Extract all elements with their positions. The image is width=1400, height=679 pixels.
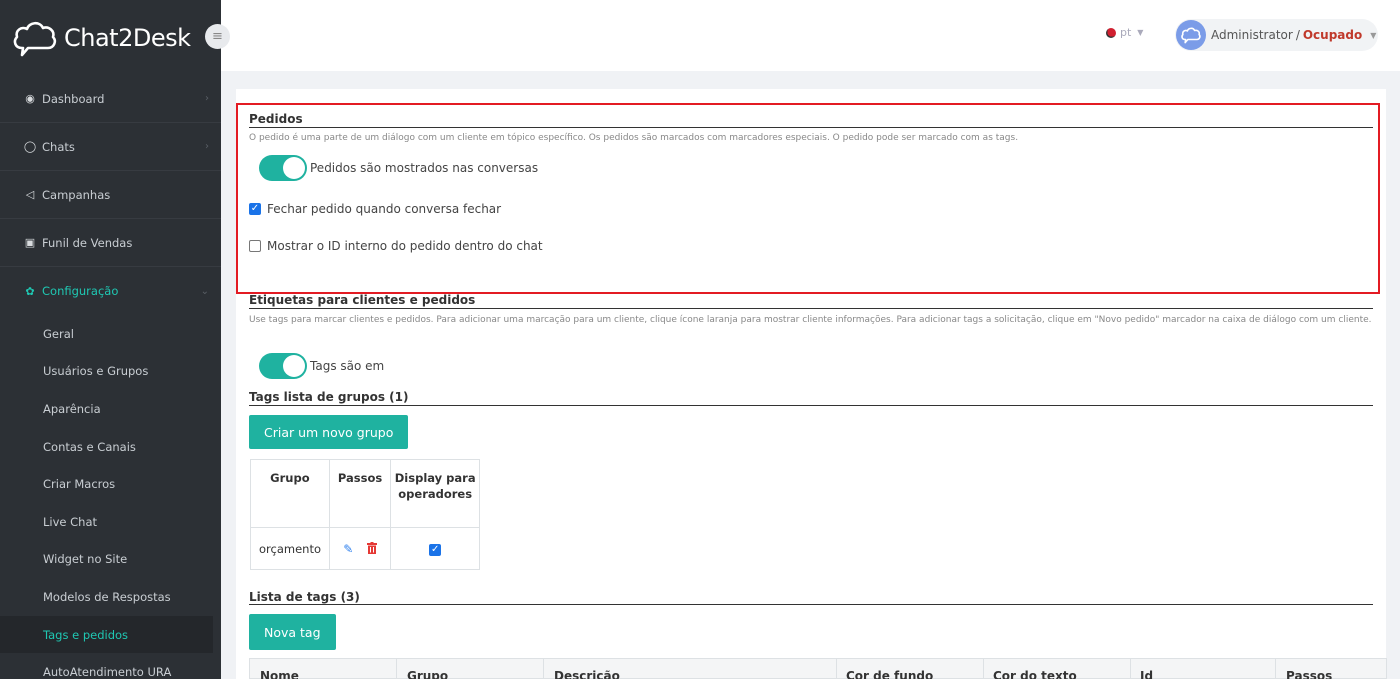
sidebar-subitem-aparencia[interactable]: Aparência xyxy=(0,390,221,428)
dashboard-icon: ◉ xyxy=(25,92,35,105)
column-divider xyxy=(836,659,837,679)
sidebar: Chat2Desk ≡ ◉ Dashboard › ◯ Chats › ◁ Ca… xyxy=(0,0,230,679)
column-divider xyxy=(543,659,544,679)
avatar xyxy=(1176,20,1206,50)
sidebar-item-chats[interactable]: ◯ Chats › xyxy=(0,123,221,171)
tags-table-header: Nome Grupo Descrição Cor de fundo Cor do… xyxy=(249,658,1387,679)
group-actions-cell: ✎ xyxy=(328,527,392,570)
sidebar-item-label: Configuração xyxy=(42,284,119,298)
divider xyxy=(249,308,1373,309)
column-header-cor-do-texto: Cor do texto xyxy=(993,669,1077,679)
column-divider xyxy=(1275,659,1276,679)
sidebar-item-dashboard[interactable]: ◉ Dashboard › xyxy=(0,75,221,123)
sidebar-toggle-button[interactable]: ≡ xyxy=(205,24,230,49)
sidebar-item-label: Dashboard xyxy=(42,91,105,106)
tag-groups-title: Tags lista de grupos (1) xyxy=(249,390,409,404)
sidebar-item-campanhas[interactable]: ◁ Campanhas xyxy=(0,171,221,219)
close-order-label: Fechar pedido quando conversa fechar xyxy=(267,202,502,216)
sidebar-item-configuracao[interactable]: ✿ Configuração ⌄ xyxy=(0,267,221,315)
orders-toggle-row: Pedidos são mostrados nas conversas xyxy=(259,155,538,181)
orders-description: O pedido é uma parte de um diálogo com u… xyxy=(249,133,1019,143)
chevron-right-icon: › xyxy=(205,93,209,104)
column-header-passos: Passos xyxy=(328,459,392,528)
show-internal-id-checkbox[interactable] xyxy=(249,240,261,252)
divider xyxy=(249,127,1373,128)
sidebar-subitem-widget-no-site[interactable]: Widget no Site xyxy=(0,541,221,579)
toggle-knob xyxy=(283,157,305,179)
flag-icon xyxy=(1106,27,1116,38)
caret-down-icon: ▼ xyxy=(1370,30,1377,40)
top-bar: pt ▼ Administrator / Ocupado ▼ xyxy=(221,0,1400,71)
column-header-grupo: Grupo xyxy=(407,669,449,679)
user-separator: / xyxy=(1295,28,1300,42)
column-divider xyxy=(396,659,397,679)
column-divider xyxy=(983,659,984,679)
user-menu[interactable]: Administrator / Ocupado ▼ xyxy=(1175,19,1378,51)
table-row: orçamento ✎ ✓ xyxy=(250,527,480,570)
column-header-passos: Passos xyxy=(1286,669,1333,679)
sidebar-subitem-criar-macros[interactable]: Criar Macros xyxy=(0,465,221,503)
language-code: pt xyxy=(1120,26,1132,39)
toggle-knob xyxy=(283,355,305,377)
logo-text: Chat2Desk xyxy=(64,23,191,52)
chevron-right-icon: › xyxy=(205,141,209,152)
tags-list-title: Lista de tags (3) xyxy=(249,590,360,604)
edit-icon[interactable]: ✎ xyxy=(343,542,353,556)
display-operators-cell: ✓ xyxy=(390,527,480,570)
sidebar-item-label: Chats xyxy=(42,139,75,154)
hamburger-icon: ≡ xyxy=(212,29,223,44)
tags-toggle-row: Tags são em xyxy=(259,353,384,379)
column-divider xyxy=(1130,659,1131,679)
column-header-descricao: Descrição xyxy=(554,669,620,679)
display-for-operators-checkbox[interactable]: ✓ xyxy=(429,544,442,556)
sidebar-subitem-geral[interactable]: Geral xyxy=(0,315,221,353)
column-header-grupo: Grupo xyxy=(250,459,330,528)
sidebar-item-label: Campanhas xyxy=(42,187,111,202)
tags-enabled-toggle[interactable] xyxy=(259,353,307,379)
show-internal-id-label: Mostrar o ID interno do pedido dentro do… xyxy=(267,239,543,253)
tags-toggle-label: Tags são em xyxy=(310,359,385,373)
close-order-checkbox[interactable]: ✓ xyxy=(249,203,261,215)
orders-section-title: Pedidos xyxy=(249,112,303,126)
sidebar-subitem-usuarios-e-grupos[interactable]: Usuários e Grupos xyxy=(0,353,221,391)
chat-cloud-logo-icon xyxy=(13,21,57,56)
sidebar-subitem-contas-e-canais[interactable]: Contas e Canais xyxy=(0,428,221,466)
trash-icon[interactable] xyxy=(366,541,377,554)
column-header-cor-de-fundo: Cor de fundo xyxy=(846,669,934,679)
language-selector[interactable]: pt ▼ xyxy=(1106,26,1143,39)
gear-icon: ✿ xyxy=(25,284,35,298)
logo-bar: Chat2Desk xyxy=(0,0,221,75)
close-order-row: ✓ Fechar pedido quando conversa fechar xyxy=(249,202,501,216)
column-header-id: Id xyxy=(1140,669,1154,679)
sidebar-subitem-tags-e-pedidos[interactable]: Tags e pedidos xyxy=(0,615,213,654)
labels-section-title: Etiquetas para clientes e pedidos xyxy=(249,293,476,307)
show-id-row: Mostrar o ID interno do pedido dentro do… xyxy=(249,239,543,253)
sidebar-subitem-modelos-de-respostas[interactable]: Modelos de Respostas xyxy=(0,578,221,616)
labels-description: Use tags para marcar clientes e pedidos.… xyxy=(249,315,1372,325)
tag-groups-table: Grupo Passos Display para operadores orç… xyxy=(250,459,480,570)
funnel-icon: ▣ xyxy=(24,236,36,249)
megaphone-icon: ◁ xyxy=(25,188,35,201)
user-status: Ocupado xyxy=(1302,28,1363,42)
group-name-cell: orçamento xyxy=(250,527,330,570)
sidebar-item-funil-de-vendas[interactable]: ▣ Funil de Vendas xyxy=(0,219,221,267)
sidebar-subitem-autoatendimento-ura[interactable]: AutoAtendimento URA xyxy=(0,653,221,679)
orders-toggle-label: Pedidos são mostrados nas conversas xyxy=(310,161,539,175)
divider xyxy=(249,604,1373,605)
create-group-button[interactable]: Criar um novo grupo xyxy=(249,415,409,449)
sidebar-subitem-live-chat[interactable]: Live Chat xyxy=(0,503,221,541)
chat-bubble-icon: ◯ xyxy=(23,140,37,153)
chevron-down-icon: ⌄ xyxy=(200,285,209,297)
orders-in-conversations-toggle[interactable] xyxy=(259,155,307,181)
user-name: Administrator xyxy=(1211,28,1293,42)
new-tag-button[interactable]: Nova tag xyxy=(249,614,336,650)
chat-cloud-avatar-icon xyxy=(1181,27,1201,44)
sidebar-item-label: Funil de Vendas xyxy=(42,235,133,250)
caret-down-icon: ▼ xyxy=(1137,28,1144,37)
column-header-nome: Nome xyxy=(260,669,299,679)
divider xyxy=(249,405,1373,406)
column-header-display: Display para operadores xyxy=(390,459,480,528)
